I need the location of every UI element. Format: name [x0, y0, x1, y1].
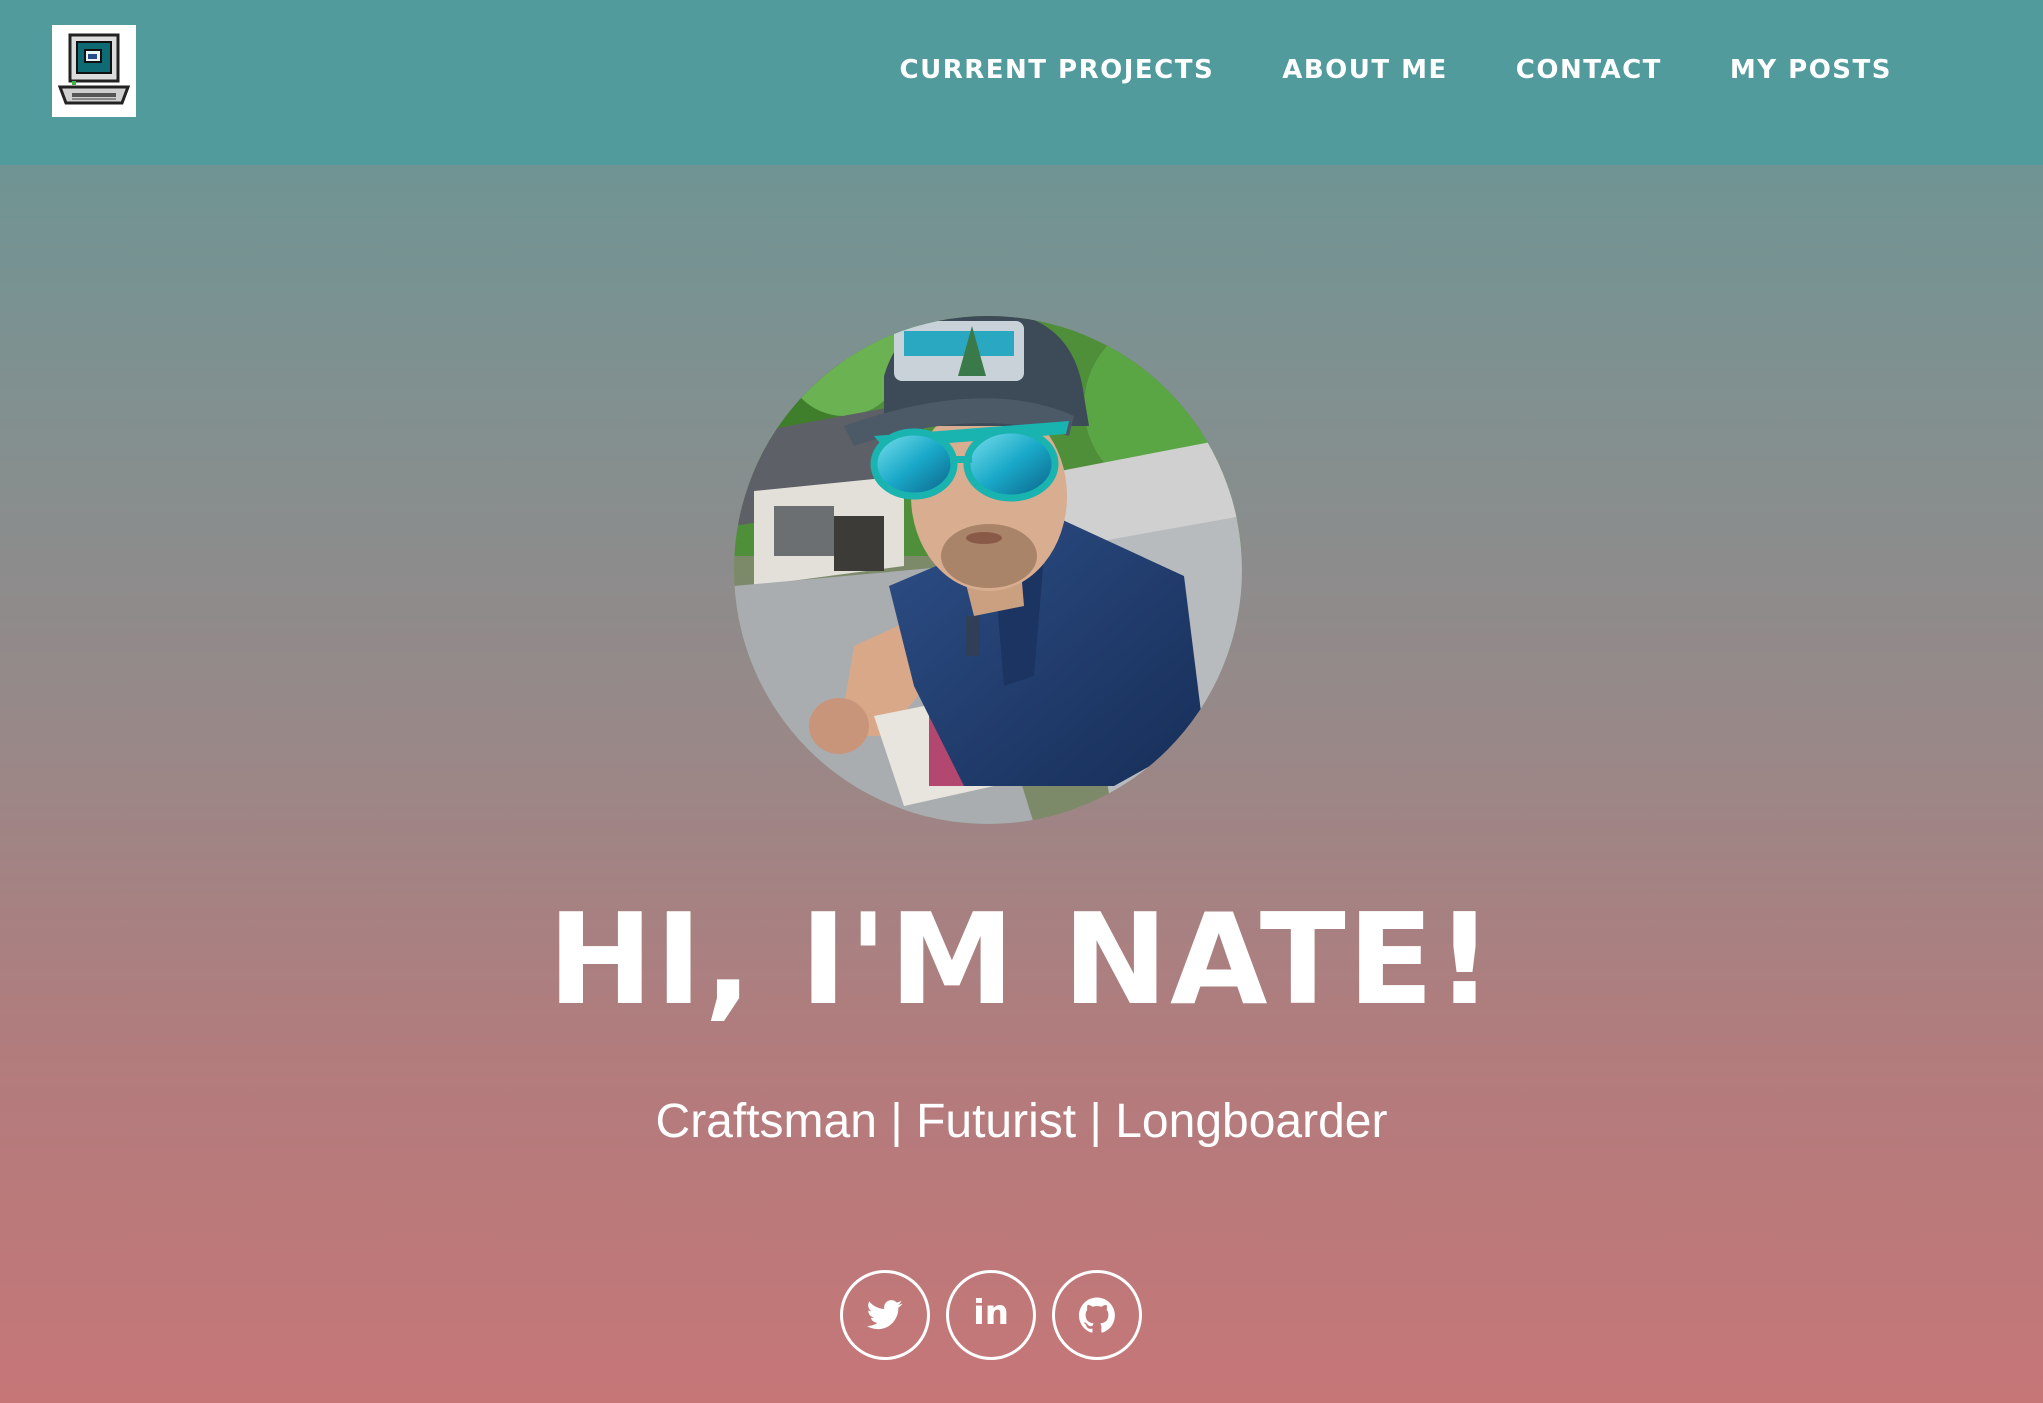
twitter-button[interactable] [840, 1270, 930, 1360]
navbar: CURRENT PROJECTS ABOUT ME CONTACT MY POS… [0, 0, 2043, 165]
social-links: in [840, 1270, 1142, 1360]
nav-menu: CURRENT PROJECTS ABOUT ME CONTACT MY POS… [900, 52, 1893, 88]
profile-photo-image [734, 316, 1242, 824]
nav-current-projects[interactable]: CURRENT PROJECTS [900, 52, 1215, 88]
nav-my-posts[interactable]: MY POSTS [1730, 52, 1892, 88]
retro-computer-icon [52, 25, 136, 117]
linkedin-icon: in [973, 1293, 1009, 1333]
hero-heading: HI, I'M NATE! [547, 886, 1496, 1033]
github-button[interactable] [1052, 1270, 1142, 1360]
logo-link[interactable] [52, 25, 136, 117]
github-icon [1079, 1297, 1115, 1333]
profile-photo [734, 316, 1242, 824]
hero-subheading: Craftsman | Futurist | Longboarder [655, 1095, 1388, 1148]
nav-contact[interactable]: CONTACT [1516, 52, 1662, 88]
twitter-icon [867, 1300, 903, 1330]
linkedin-button[interactable]: in [946, 1270, 1036, 1360]
nav-about-me[interactable]: ABOUT ME [1282, 52, 1448, 88]
